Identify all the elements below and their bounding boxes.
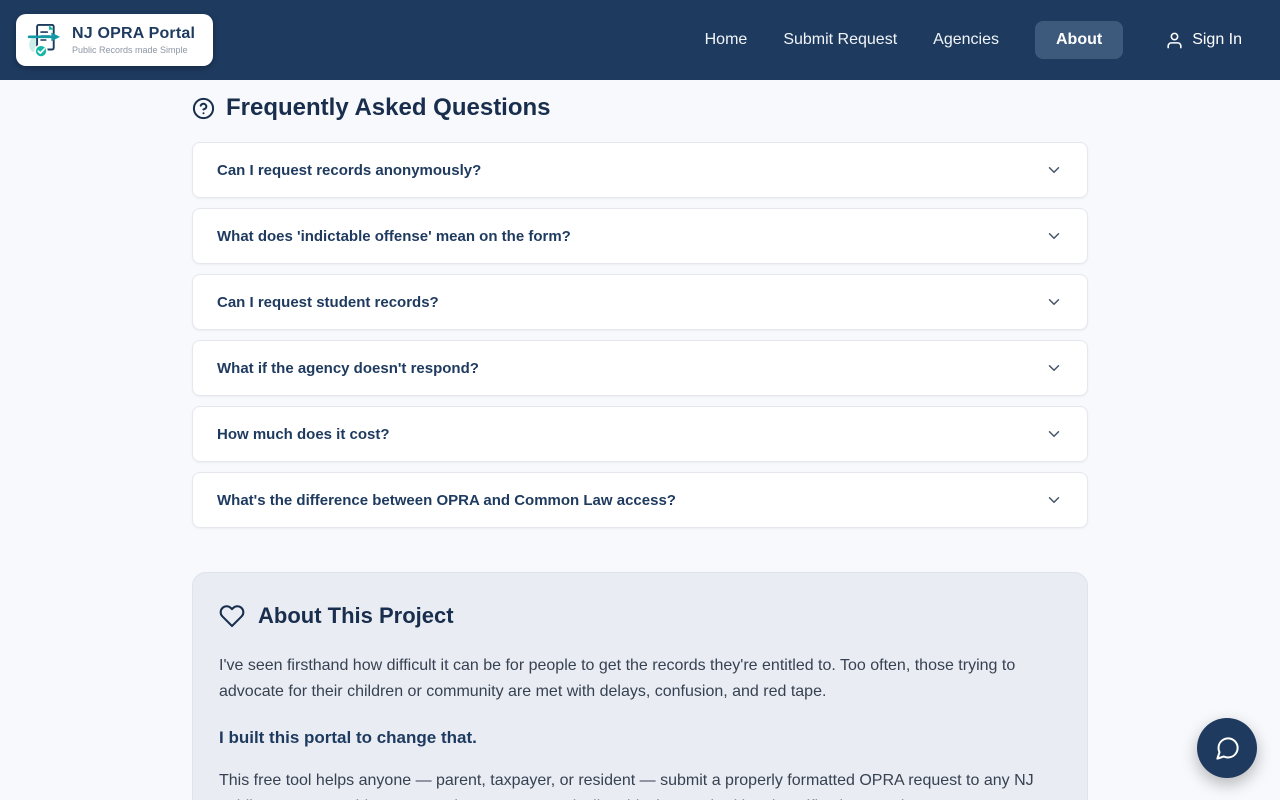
about-paragraph-1: I've seen firsthand how difficult it can…	[219, 657, 1016, 701]
faq-item[interactable]: What does 'indictable offense' mean on t…	[192, 208, 1088, 264]
faq-question: What does 'indictable offense' mean on t…	[217, 227, 571, 245]
about-header: About This Project	[219, 603, 1061, 629]
faq-item[interactable]: What's the difference between OPRA and C…	[192, 472, 1088, 528]
chevron-down-icon	[1048, 299, 1060, 305]
faq-item[interactable]: How much does it cost?	[192, 406, 1088, 462]
chevron-down-icon	[1048, 233, 1060, 239]
brand-logo[interactable]: NJ OPRA Portal Public Records made Simpl…	[16, 14, 214, 66]
faq-question: How much does it cost?	[217, 425, 390, 443]
chat-fab-button[interactable]	[1197, 718, 1257, 778]
faq-item[interactable]: What if the agency doesn't respond?	[192, 340, 1088, 396]
brand-tagline: Public Records made Simple	[72, 45, 188, 56]
faq-question: What if the agency doesn't respond?	[217, 359, 479, 377]
faq-item[interactable]: Can I request records anonymously?	[192, 142, 1088, 198]
chevron-down-icon	[1048, 167, 1060, 173]
faq-question: Can I request records anonymously?	[217, 161, 482, 179]
faq-question: What's the difference between OPRA and C…	[217, 491, 676, 509]
faq-header: Frequently Asked Questions	[192, 94, 1088, 122]
chevron-down-icon	[1048, 497, 1060, 503]
navbar: NJ OPRA Portal Public Records made Simpl…	[0, 0, 1280, 80]
sign-in-button[interactable]: Sign In	[1159, 30, 1248, 51]
page-title: Frequently Asked Questions	[226, 94, 551, 121]
chat-bubble-icon	[1215, 736, 1239, 760]
faq-question: Can I request student records?	[217, 293, 439, 311]
heart-icon	[219, 605, 245, 628]
faq-list: Can I request records anonymously? What d…	[192, 142, 1088, 528]
faq-item[interactable]: Can I request student records?	[192, 274, 1088, 330]
nav-item-submit-request[interactable]: Submit Request	[783, 31, 897, 49]
about-title: About This Project	[258, 603, 454, 628]
nav-item-agencies[interactable]: Agencies	[933, 31, 999, 49]
document-check-logo-icon	[27, 24, 61, 58]
help-circle-icon	[192, 97, 215, 119]
chevron-down-icon	[1048, 431, 1060, 437]
about-section: About This Project I've seen firsthand h…	[192, 572, 1088, 800]
about-paragraph-2: This free tool helps anyone — parent, ta…	[219, 771, 1034, 800]
brand-title: NJ OPRA Portal	[72, 24, 196, 42]
nav-item-home[interactable]: Home	[705, 31, 748, 49]
about-statement: I built this portal to change that.	[219, 727, 477, 747]
main-content: Frequently Asked Questions Can I request…	[192, 80, 1088, 800]
chevron-down-icon	[1048, 365, 1060, 371]
sign-in-label: Sign In	[1192, 31, 1242, 48]
nav-item-about[interactable]: About	[1034, 21, 1124, 59]
user-icon	[1167, 32, 1182, 48]
main-nav: Home Submit Request Agencies About Sign In	[705, 21, 1248, 59]
